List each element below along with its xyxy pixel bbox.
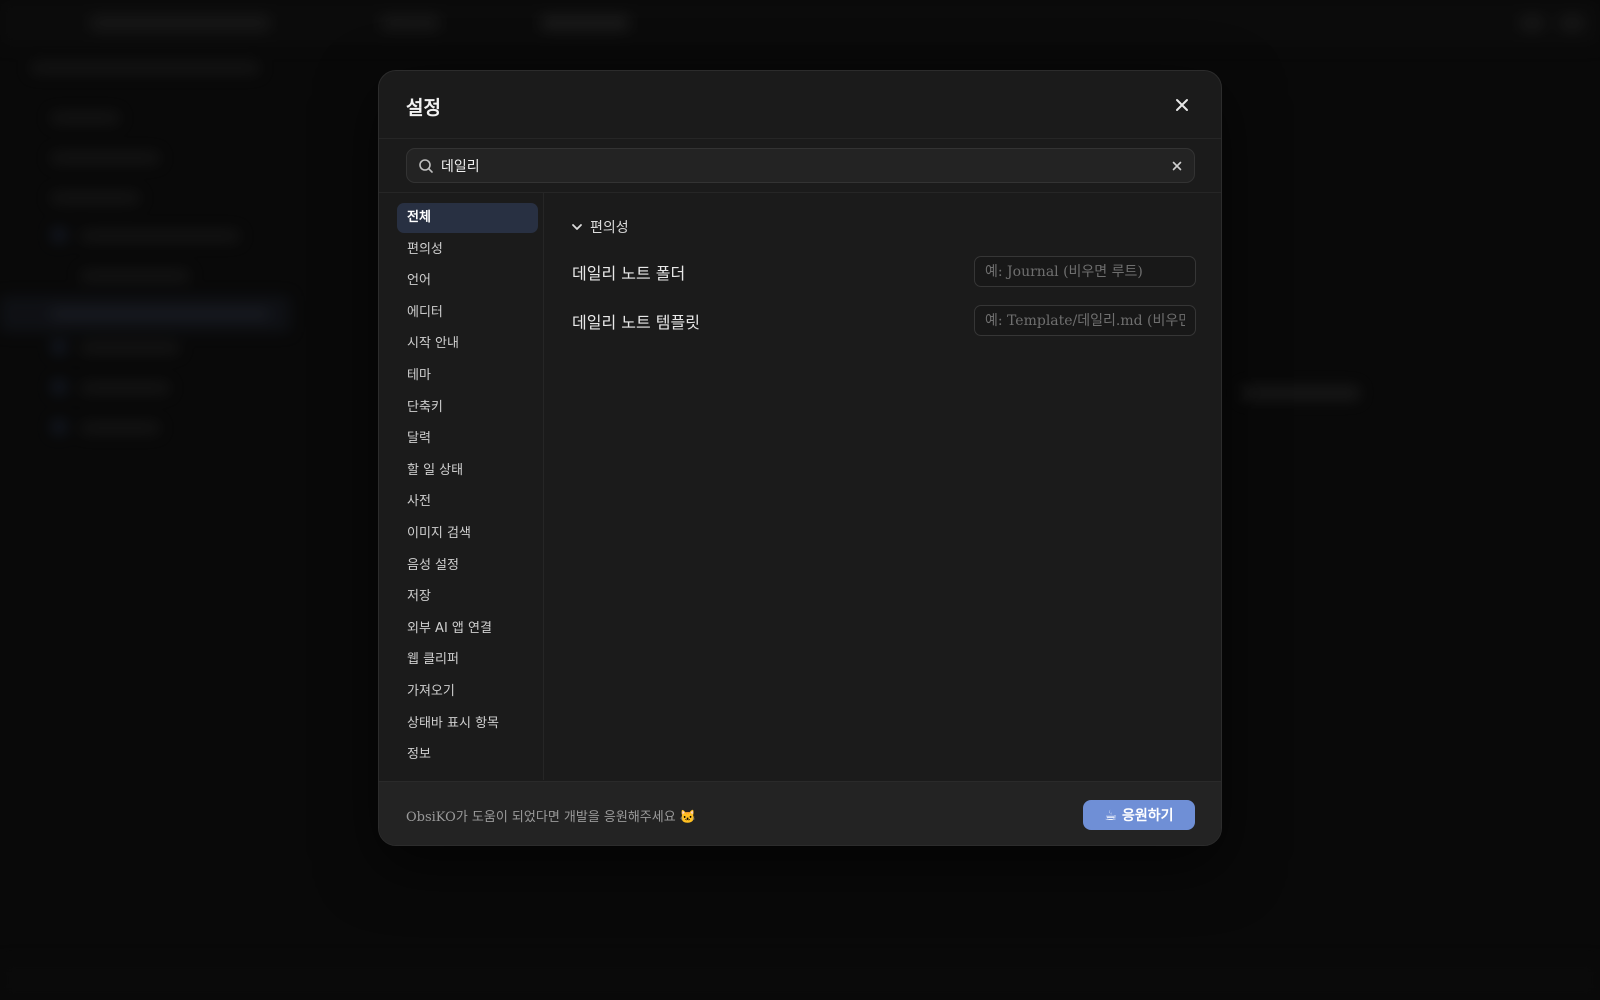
- nav-item[interactable]: 외부 AI 앱 연결: [397, 614, 538, 644]
- nav-item[interactable]: 할 일 상태: [397, 456, 538, 486]
- nav-item[interactable]: 에디터: [397, 298, 538, 328]
- settings-dialog: 설정 전체편의성언어에디터시작 안내테마단축키달력할 일 상태사전이미지 검색음…: [378, 70, 1222, 846]
- nav-item[interactable]: 이미지 검색: [397, 519, 538, 549]
- nav-item[interactable]: 정보: [397, 740, 538, 770]
- dialog-footer: ObsiKO가 도움이 되었다면 개발을 응원해주세요 🐱 ☕ 응원하기: [379, 781, 1221, 845]
- clear-icon: [1172, 161, 1182, 171]
- clear-search-button[interactable]: [1168, 157, 1186, 175]
- nav-item[interactable]: 달력: [397, 424, 538, 454]
- section-header-convenience[interactable]: 편의성: [571, 218, 629, 236]
- nav-item[interactable]: 단축키: [397, 393, 538, 423]
- search-icon: [419, 159, 433, 173]
- dialog-title: 설정: [406, 97, 441, 119]
- daily-template-input[interactable]: [974, 305, 1196, 336]
- nav-item[interactable]: 시작 안내: [397, 329, 538, 359]
- settings-nav: 전체 편의성 언어 에디터 시작 안내 테마 단축키 달력 할 일 상태 사전 이미지 검색 음성 설…: [379, 193, 544, 780]
- close-icon: [1176, 99, 1188, 111]
- setting-row-daily-template: 데일리 노트 템플릿: [572, 305, 1196, 337]
- setting-row-daily-folder: 데일리 노트 폴더: [572, 256, 1196, 288]
- nav-item[interactable]: 음성 설정: [397, 551, 538, 581]
- nav-item[interactable]: 가져오기: [397, 677, 538, 707]
- support-message: ObsiKO가 도움이 되었다면 개발을 응원해주세요 🐱: [406, 810, 696, 825]
- setting-label-daily-template: 데일리 노트 템플릿: [572, 313, 700, 332]
- search-row: [379, 139, 1221, 193]
- nav-item[interactable]: 테마: [397, 361, 538, 391]
- nav-item[interactable]: 저장: [397, 582, 538, 612]
- nav-item[interactable]: 사전: [397, 487, 538, 517]
- nav-item[interactable]: 편의성: [397, 235, 538, 265]
- setting-label-daily-folder: 데일리 노트 폴더: [572, 264, 686, 283]
- close-button[interactable]: [1169, 92, 1195, 118]
- chevron-down-icon: [572, 224, 582, 230]
- nav-item[interactable]: 상태바 표시 항목: [397, 709, 538, 739]
- nav-item[interactable]: 웹 클리퍼: [397, 645, 538, 675]
- support-button[interactable]: ☕ 응원하기: [1083, 800, 1195, 830]
- section-title: 편의성: [590, 220, 629, 236]
- nav-item[interactable]: 전체: [397, 203, 538, 233]
- dialog-header: 설정: [379, 71, 1221, 139]
- nav-item[interactable]: 언어: [397, 266, 538, 296]
- search-box: [406, 148, 1195, 183]
- settings-content: 편의성 데일리 노트 폴더 데일리 노트 템플릿: [545, 193, 1221, 780]
- daily-folder-input[interactable]: [974, 256, 1196, 287]
- search-input[interactable]: [441, 149, 1161, 182]
